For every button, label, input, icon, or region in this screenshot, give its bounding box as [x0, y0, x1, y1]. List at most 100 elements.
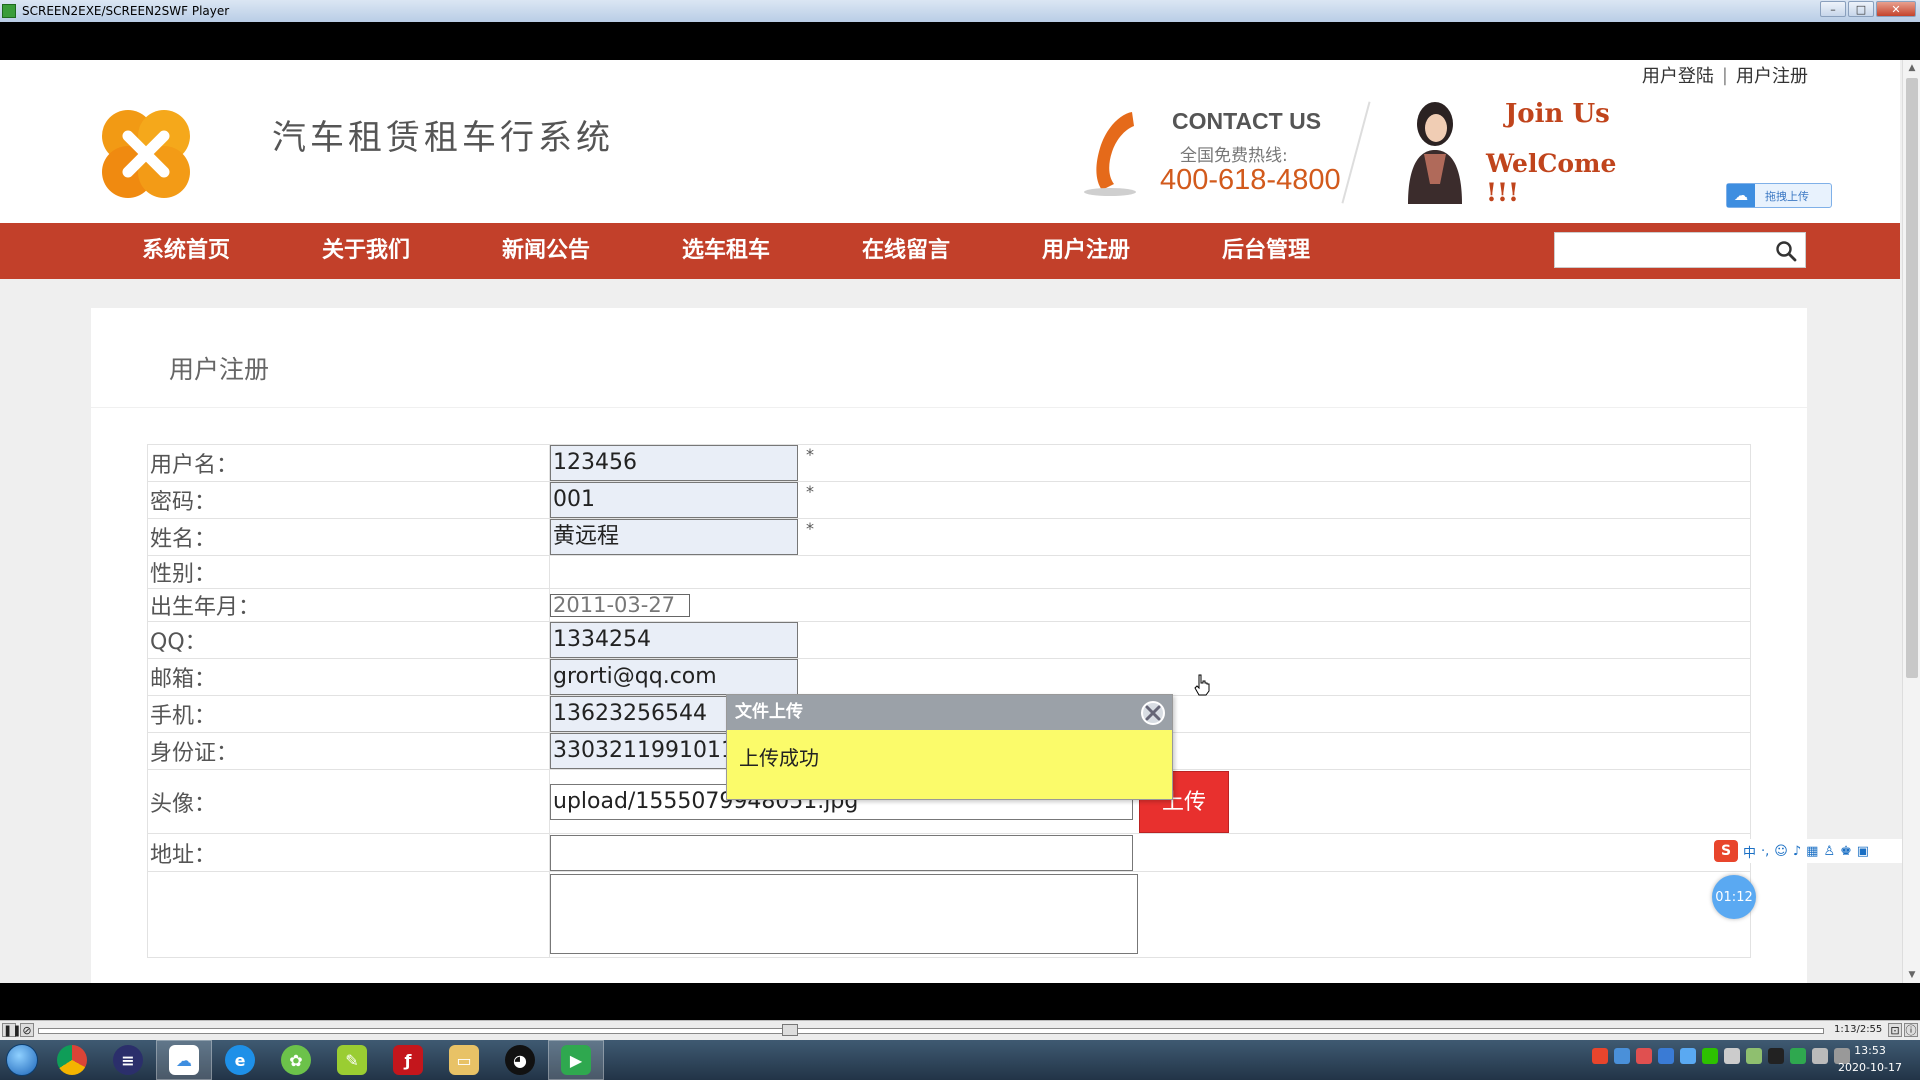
taskbar-chrome[interactable]: [44, 1040, 100, 1080]
notes-textarea[interactable]: [550, 874, 1138, 954]
recording-timer[interactable]: 01:12: [1712, 875, 1756, 919]
nav-item-about[interactable]: 关于我们: [276, 223, 456, 279]
ime-user-icon[interactable]: ♙: [1823, 844, 1835, 859]
password-label: 密码：: [147, 481, 550, 519]
stop-icon[interactable]: ⊘: [20, 1023, 34, 1037]
register-link[interactable]: 用户注册: [1736, 62, 1808, 88]
tray-app-icon[interactable]: [1614, 1048, 1630, 1064]
page-scrollbar[interactable]: ▲ ▼: [1902, 60, 1920, 983]
taskbar-flash[interactable]: ƒ: [380, 1040, 436, 1080]
cloud-app-icon: ☁: [169, 1045, 199, 1075]
clock-time: 13:53: [1854, 1044, 1886, 1057]
search-icon[interactable]: [1775, 240, 1797, 262]
name-label: 姓名：: [147, 518, 550, 556]
ime-mic-icon[interactable]: ♪: [1793, 844, 1801, 859]
web-page: 用户登陆 | 用户注册 汽车租赁租车行系统 CONTACT US 全国免费热线:…: [0, 60, 1920, 983]
search-box: [1554, 232, 1806, 268]
taskbar-tool[interactable]: ✿: [268, 1040, 324, 1080]
folder-icon: ▭: [449, 1045, 479, 1075]
tray-ime-icon[interactable]: [1592, 1048, 1608, 1064]
taskbar-notepad[interactable]: ✎: [324, 1040, 380, 1080]
window-title: SCREEN2EXE/SCREEN2SWF Player: [22, 4, 230, 18]
nav-item-message[interactable]: 在线留言: [816, 223, 996, 279]
search-input[interactable]: [1555, 233, 1765, 267]
site-header: 用户登陆 | 用户注册 汽车租赁租车行系统 CONTACT US 全国免费热线:…: [0, 60, 1900, 223]
tray-shield-icon[interactable]: [1658, 1048, 1674, 1064]
player-app-icon: ▶: [561, 1045, 591, 1075]
notepad-icon: ✎: [337, 1045, 367, 1075]
player-top-band: [0, 22, 1920, 60]
ime-emoji-icon[interactable]: ☺: [1774, 844, 1788, 859]
password-input[interactable]: 001: [550, 482, 798, 518]
close-button[interactable]: ✕: [1876, 1, 1916, 17]
taskbar-explorer[interactable]: ▭: [436, 1040, 492, 1080]
contact-title: CONTACT US: [1172, 108, 1322, 134]
link-separator: |: [1721, 64, 1728, 86]
form-row-extra: [147, 871, 1751, 958]
nav-item-home[interactable]: 系统首页: [96, 223, 276, 279]
address-label: 地址：: [147, 833, 550, 872]
taskbar-editor[interactable]: ≡: [100, 1040, 156, 1080]
tray-wechat-icon[interactable]: [1702, 1048, 1718, 1064]
site-title: 汽车租赁租车行系统: [272, 118, 614, 158]
progress-track[interactable]: [38, 1028, 1824, 1034]
drag-upload-widget[interactable]: ☁ 拖拽上传: [1726, 183, 1832, 208]
taskbar-player[interactable]: ▶: [548, 1040, 604, 1080]
ime-punct-icon[interactable]: ·,: [1761, 844, 1769, 859]
nav-item-admin[interactable]: 后台管理: [1176, 223, 1356, 279]
email-label: 邮箱：: [147, 658, 550, 696]
nav-items: 系统首页 关于我们 新闻公告 选车租车 在线留言 用户注册 后台管理: [96, 223, 1356, 279]
required-mark: *: [806, 519, 814, 538]
player-controls: ❚❚ ⊘ 1:13/2:55 ⊡ ⓘ: [0, 1020, 1920, 1040]
app-icon: [2, 4, 16, 18]
birth-date-input[interactable]: 2011-03-27: [550, 594, 690, 617]
ime-skin-icon[interactable]: ♚: [1840, 844, 1852, 859]
dialog-title: 文件上传: [727, 695, 1172, 730]
taskbar-clock[interactable]: 13:53 2020-10-17: [1830, 1042, 1910, 1076]
nav-item-news[interactable]: 新闻公告: [456, 223, 636, 279]
taskbar-qq[interactable]: ◕: [492, 1040, 548, 1080]
qq-input[interactable]: 1334254: [550, 622, 798, 658]
tray-network-icon[interactable]: [1746, 1048, 1762, 1064]
gender-value[interactable]: [549, 555, 1751, 589]
form-row-username: 用户名： 123456 *: [147, 444, 1751, 482]
nav-item-register[interactable]: 用户注册: [996, 223, 1176, 279]
email-input[interactable]: grorti@qq.com: [550, 659, 798, 695]
ime-logo-icon[interactable]: S: [1714, 840, 1738, 862]
scroll-thumb[interactable]: [1906, 78, 1918, 678]
phone-icon: [1084, 112, 1136, 196]
welcome-text: WelCome !!!: [1486, 149, 1617, 207]
login-link[interactable]: 用户登陆: [1642, 62, 1714, 88]
cloud-icon: ☁: [1727, 184, 1755, 207]
start-button[interactable]: [0, 1040, 44, 1080]
tray-speaker-icon[interactable]: [1812, 1048, 1828, 1064]
fullscreen-icon[interactable]: ⊡: [1888, 1023, 1902, 1037]
taskbar-browser[interactable]: e: [212, 1040, 268, 1080]
dialog-close-icon[interactable]: [1138, 698, 1168, 728]
username-input[interactable]: 123456: [550, 445, 798, 481]
ime-menu-icon[interactable]: ▣: [1857, 844, 1869, 859]
taskbar-baidu-netdisk[interactable]: ☁: [156, 1040, 212, 1080]
form-row-address: 地址：: [147, 833, 1751, 872]
scroll-up-icon[interactable]: ▲: [1903, 60, 1920, 76]
pause-icon[interactable]: ❚❚: [2, 1023, 21, 1037]
site-logo[interactable]: [92, 100, 200, 208]
tray-qq-icon[interactable]: [1768, 1048, 1784, 1064]
address-input[interactable]: [550, 834, 1133, 871]
maximize-button[interactable]: □: [1848, 1, 1874, 17]
ime-mode[interactable]: 中: [1743, 842, 1756, 861]
tray-cloud-icon[interactable]: [1680, 1048, 1696, 1064]
minimize-button[interactable]: –: [1820, 1, 1846, 17]
ime-keyboard-icon[interactable]: ▦: [1806, 844, 1818, 859]
tray-security-icon[interactable]: [1636, 1048, 1652, 1064]
info-icon[interactable]: ⓘ: [1904, 1023, 1918, 1037]
tray-volume-icon[interactable]: [1724, 1048, 1740, 1064]
join-block: Join Us WelCome !!!: [1400, 94, 1616, 214]
tray-record-icon[interactable]: [1790, 1048, 1806, 1064]
drag-upload-label: 拖拽上传: [1765, 189, 1809, 203]
scroll-down-icon[interactable]: ▼: [1903, 967, 1920, 983]
name-input[interactable]: 黄远程: [550, 519, 798, 555]
player-bottom-band: [0, 983, 1920, 1020]
nav-item-rent[interactable]: 选车租车: [636, 223, 816, 279]
progress-knob[interactable]: [782, 1024, 798, 1036]
